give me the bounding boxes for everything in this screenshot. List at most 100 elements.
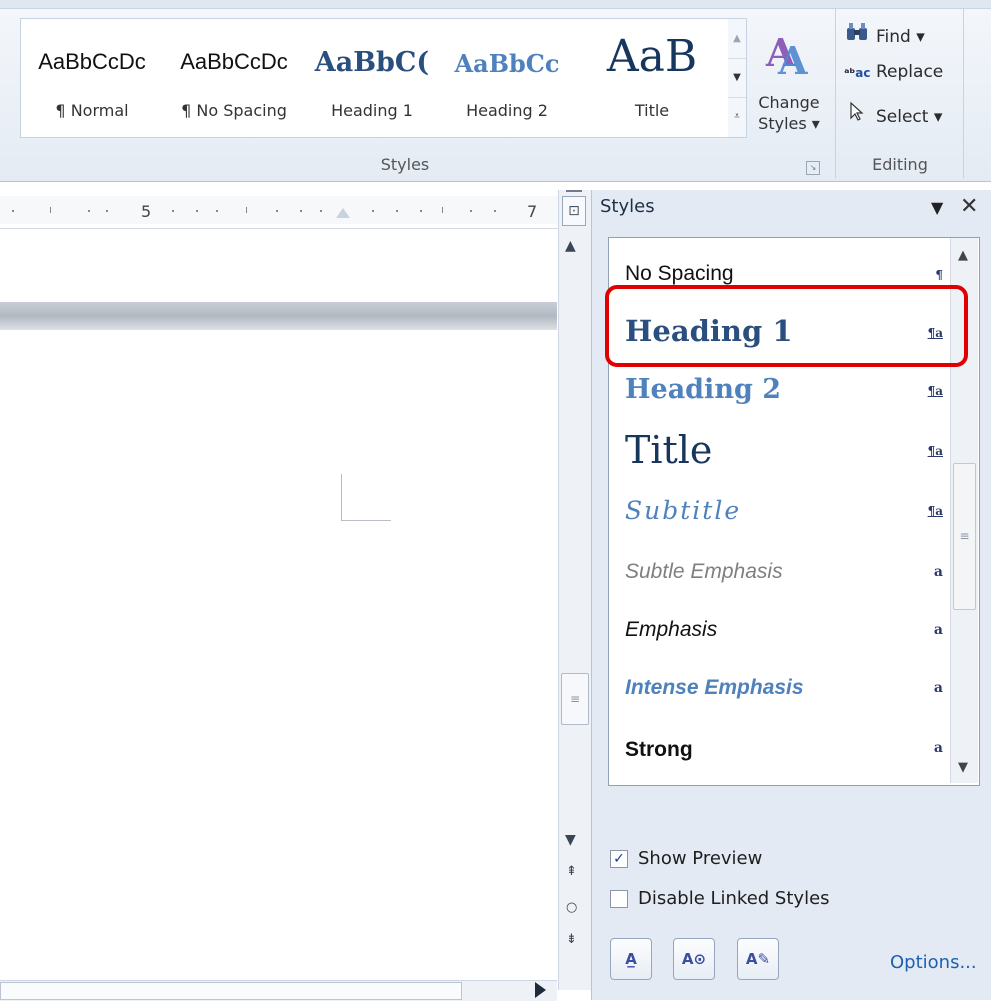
style-item-heading-2[interactable]: Heading 2 ¶a <box>609 364 951 422</box>
ruler-number: 7 <box>527 202 538 221</box>
disable-linked-styles-label: Disable Linked Styles <box>638 888 830 909</box>
ruler-dot <box>88 210 90 212</box>
paragraph-mark-icon: ¶ <box>935 268 943 282</box>
disable-linked-styles-checkbox-row[interactable]: Disable Linked Styles <box>610 888 830 909</box>
options-link[interactable]: Options... <box>890 952 977 973</box>
replace-button[interactable]: ᵃᵇac Replace <box>844 62 943 92</box>
gallery-more-button[interactable]: ⩡ <box>728 97 746 136</box>
ruler-dot <box>300 210 302 212</box>
quick-style-label: Title <box>634 101 670 120</box>
scroll-down-icon[interactable]: ▼ <box>958 760 968 775</box>
style-name: Intense Emphasis <box>625 676 804 699</box>
style-name: No Spacing <box>625 262 734 285</box>
style-name: Heading 2 <box>625 374 782 405</box>
cursor-arrow-icon <box>844 101 870 127</box>
quick-style-preview: AaBbC( <box>314 47 430 78</box>
style-item-subtitle[interactable]: Subtitle ¶a <box>609 484 951 542</box>
scroll-up-icon[interactable]: ▲ <box>958 248 968 263</box>
scroll-up-icon[interactable]: ▲ <box>565 238 576 254</box>
ruler-dot <box>12 210 14 212</box>
styles-dialog-launcher-icon[interactable]: ↘ <box>806 161 820 175</box>
pane-options-dropdown-icon[interactable]: ▼ <box>931 198 943 217</box>
gallery-up-button[interactable]: ▲ <box>728 19 746 59</box>
character-style-icon: a <box>933 680 943 696</box>
change-styles-label-line-2: Styles ▾ <box>758 114 820 133</box>
styles-group-label: Styles <box>380 155 430 174</box>
quick-style-preview: AaBbCcDc <box>180 49 288 74</box>
gallery-scrollbar: ▲ ▼ ⩡ <box>728 18 747 138</box>
find-label: Find ▾ <box>876 27 925 47</box>
linked-style-icon: ¶a <box>927 504 943 518</box>
style-item-emphasis[interactable]: Emphasis a <box>609 604 951 662</box>
replace-icon: ᵃᵇac <box>844 66 871 80</box>
quick-style-preview: AaBbCcDc <box>38 49 146 74</box>
styles-list-scroll-thumb[interactable]: ≡ <box>953 463 976 610</box>
ruler-dot <box>396 210 398 212</box>
view-ruler-icon[interactable]: ⊡ <box>562 196 586 226</box>
ribbon-top-border <box>0 0 991 9</box>
editing-group: Find ▾ ᵃᵇac Replace Select ▾ <box>844 20 984 160</box>
character-style-icon: a <box>933 622 943 638</box>
scroll-down-icon[interactable]: ▼ <box>565 832 576 848</box>
ruler-number: 5 <box>141 202 152 221</box>
styles-pane-title: Styles <box>600 196 655 217</box>
ruler-tick <box>50 207 51 213</box>
find-button[interactable]: Find ▾ <box>844 22 925 52</box>
new-style-icon[interactable]: A̲ <box>610 938 652 980</box>
select-button[interactable]: Select ▾ <box>844 101 942 132</box>
quick-style-heading-2[interactable]: AaBbCc Heading 2 <box>439 19 575 137</box>
right-indent-marker[interactable] <box>336 208 350 218</box>
next-page-icon[interactable]: ⇟ <box>566 932 577 947</box>
group-separator <box>835 8 836 178</box>
ruler-dot <box>196 210 198 212</box>
editing-group-label: Editing <box>872 155 928 174</box>
change-styles-label-line-1: Change <box>758 93 820 112</box>
quick-style-no-spacing[interactable]: AaBbCcDc ¶ No Spacing <box>163 19 305 137</box>
style-item-subtle-emphasis[interactable]: Subtle Emphasis a <box>609 544 951 602</box>
quick-style-preview: AaBbCc <box>454 49 560 78</box>
show-preview-checkbox-row[interactable]: ✓ Show Preview <box>610 848 762 869</box>
quick-style-heading-1[interactable]: AaBbC( Heading 1 <box>305 19 439 137</box>
ruler-dot <box>470 210 472 212</box>
style-item-title[interactable]: Title ¶a <box>609 422 951 480</box>
quick-style-label: ¶ Normal <box>55 101 129 120</box>
quick-style-label: Heading 2 <box>466 101 548 120</box>
ruler-dot <box>172 210 174 212</box>
disable-linked-styles-checkbox[interactable] <box>610 890 628 908</box>
ruler-dot <box>106 210 108 212</box>
style-item-strong[interactable]: Strong a <box>609 722 951 780</box>
manage-styles-icon[interactable]: A✎ <box>737 938 779 980</box>
binoculars-icon <box>844 22 870 47</box>
split-handle[interactable] <box>566 190 582 192</box>
ruler-dot <box>276 210 278 212</box>
quick-style-normal[interactable]: AaBbCcDc ¶ Normal <box>21 19 163 137</box>
scroll-right-icon[interactable] <box>535 982 546 998</box>
previous-page-icon[interactable]: ⇞ <box>566 864 577 879</box>
style-item-intense-emphasis[interactable]: Intense Emphasis a <box>609 662 951 720</box>
quick-style-label: ¶ No Spacing <box>181 101 287 120</box>
ruler-dot <box>216 210 218 212</box>
change-styles-button[interactable]: A A Change Styles ▾ <box>750 20 828 150</box>
replace-label: Replace <box>876 62 944 82</box>
heading-1-highlight-box <box>605 285 968 367</box>
horizontal-scroll-thumb[interactable] <box>0 982 462 1000</box>
vertical-scroll-thumb[interactable]: ≡ <box>561 673 589 725</box>
gallery-down-button[interactable]: ▼ <box>728 58 746 98</box>
close-icon[interactable]: ✕ <box>960 194 978 219</box>
ruler-band: 5 7 <box>0 196 560 224</box>
margin-corner-mark <box>341 520 391 521</box>
change-styles-label: Change Styles ▾ <box>750 92 828 134</box>
show-preview-checkbox[interactable]: ✓ <box>610 850 628 868</box>
quick-style-label: Heading 1 <box>331 101 413 120</box>
quick-style-title[interactable]: AaB Title <box>575 19 729 137</box>
browse-object-icon[interactable]: ○ <box>566 900 577 915</box>
document-area[interactable] <box>0 230 557 990</box>
ruler-tick <box>442 207 443 213</box>
character-style-icon: a <box>933 740 943 756</box>
svg-text:A: A <box>777 38 808 78</box>
style-inspector-icon[interactable]: A⊙ <box>673 938 715 980</box>
change-styles-icon: A A <box>765 30 808 78</box>
linked-style-icon: ¶a <box>927 384 943 398</box>
ruler-dot <box>494 210 496 212</box>
quick-styles-gallery: AaBbCcDc ¶ Normal AaBbCcDc ¶ No Spacing … <box>20 18 730 138</box>
